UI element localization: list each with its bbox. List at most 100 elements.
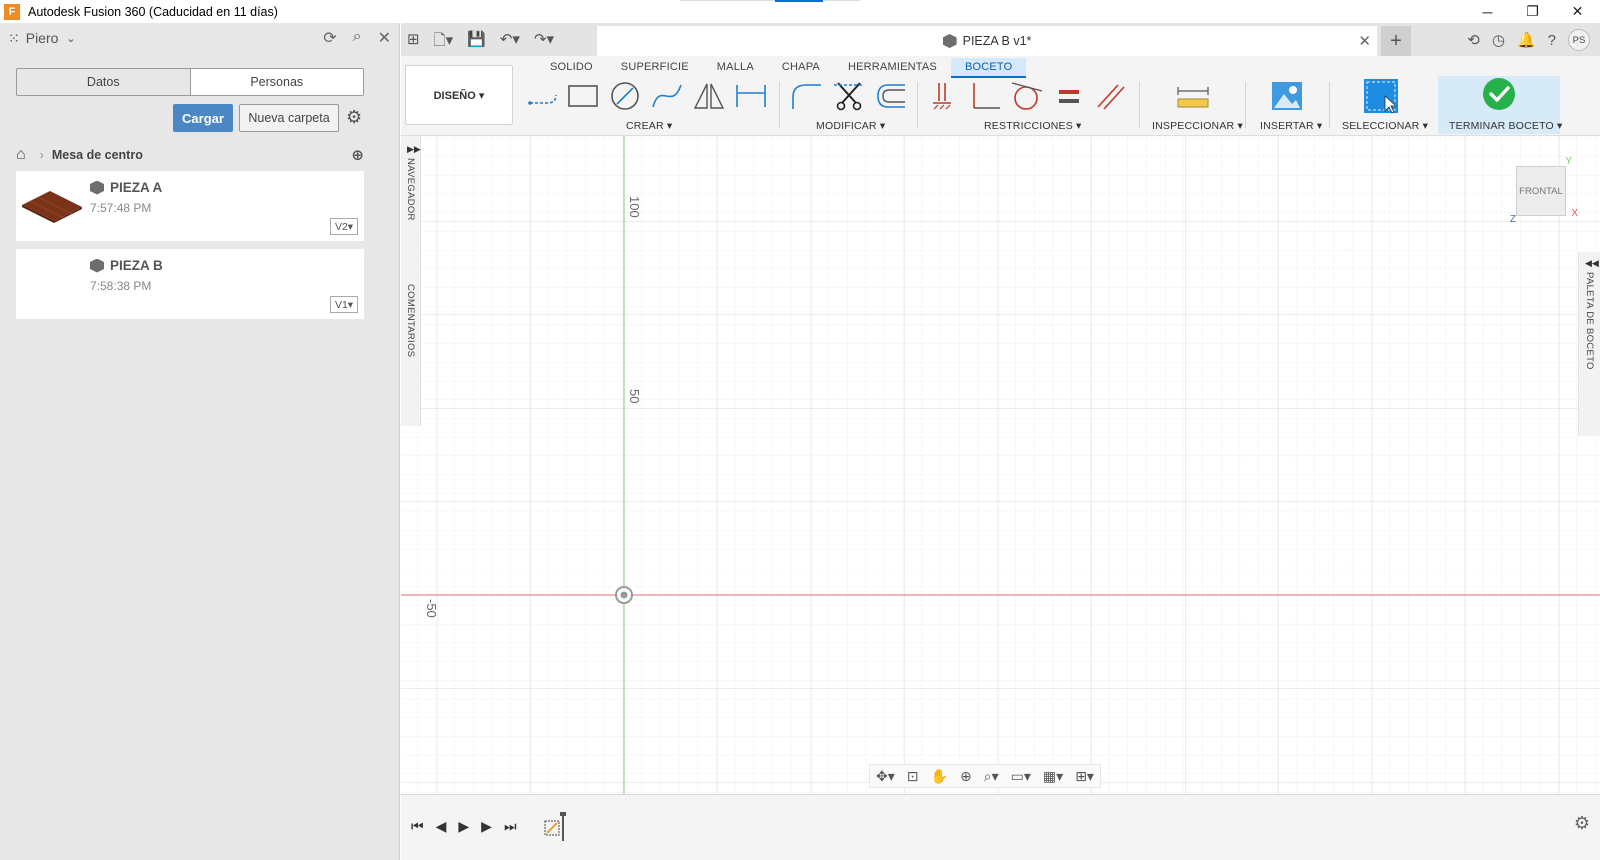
version-dropdown[interactable]: V2▾ [330,218,358,235]
file-menu-icon[interactable]: 🗋▾ [434,30,454,55]
design-icon [90,258,104,273]
parallel-constraint-tool[interactable] [1093,80,1129,112]
upload-button[interactable]: Cargar [173,104,233,132]
grid-settings-icon[interactable]: ▦▾ [1043,768,1063,785]
tab-superficie[interactable]: SUPERFICIE [607,58,703,78]
finish-sketch-menu[interactable]: TERMINAR BOCETO ▾ [1449,120,1563,132]
trim-tool[interactable] [831,80,867,112]
gear-icon[interactable]: ⚙ [346,107,362,128]
sketch-timeline-feature[interactable] [543,811,569,841]
step-back-icon[interactable]: ◀ [436,818,447,835]
undo-icon[interactable]: ↶▾ [500,30,520,55]
measure-tool[interactable] [1175,80,1211,112]
look-at-icon[interactable]: ⊡ [907,768,919,785]
tab-boceto[interactable]: BOCETO [950,58,1027,78]
display-settings-icon[interactable]: ▭▾ [1011,768,1031,785]
search-icon[interactable]: ⌕ [353,28,362,48]
perpendicular-icon [973,83,1000,109]
viewcube-z-label: Z [1509,214,1516,225]
zoom-window-icon[interactable]: ⌕▾ [984,768,999,785]
create-menu[interactable]: CREAR ▾ [626,120,672,132]
help-icon[interactable]: ? [1548,32,1556,49]
finish-sketch-button[interactable] [1481,78,1517,110]
sketch-palette-collapsed[interactable]: ◀◀ PALETA DE BOCETO [1578,252,1600,436]
refresh-icon[interactable]: ⟳ [323,28,336,48]
workspace-switcher[interactable]: DISEÑO ▾ [405,65,513,125]
select-tool[interactable] [1363,79,1399,114]
extensions-icon[interactable]: ⟲ [1467,31,1480,49]
line-tool[interactable] [525,80,561,112]
save-icon[interactable]: 💾 [467,30,486,55]
browser-panel-collapsed[interactable]: ▶▶ NAVEGADOR COMENTARIOS [401,136,421,426]
rectangle-tool[interactable] [565,80,601,112]
sketch-palette-label[interactable]: PALETA DE BOCETO [1584,272,1595,370]
new-folder-button[interactable]: Nueva carpeta [239,104,339,132]
insert-menu[interactable]: INSERTAR ▾ [1260,120,1322,132]
go-to-start-icon[interactable]: ⏮ [411,818,424,835]
spline-tool[interactable] [649,80,685,112]
breadcrumb: ⌂ › Mesa de centro ⊕ [16,145,364,165]
apps-grid-icon[interactable]: ⊞ [407,30,420,55]
viewports-icon[interactable]: ⊞▾ [1075,768,1094,785]
orbit-icon[interactable]: ✥▾ [876,768,895,785]
globe-icon[interactable]: ⊕ [351,146,364,164]
pan-icon[interactable]: ✋ [931,768,948,785]
select-menu[interactable]: SELECCIONAR ▾ [1342,120,1428,132]
tab-personas[interactable]: Personas [189,69,363,95]
tab-herramientas[interactable]: HERRAMIENTAS [834,58,951,78]
design-thumbnail [22,191,82,223]
modify-menu[interactable]: MODIFICAR ▾ [816,120,885,132]
step-forward-icon[interactable]: ▶ [481,818,492,835]
viewcube[interactable]: FRONTAL [1516,166,1566,216]
fix-constraint-tool[interactable] [925,80,961,112]
inspect-menu[interactable]: INSPECCIONAR ▾ [1152,120,1243,132]
constraints-menu[interactable]: RESTRICCIONES ▾ [984,120,1082,132]
team-hub-icon[interactable]: ⁙ [8,30,20,47]
timeline-settings-gear-icon[interactable]: ⚙ [1574,813,1590,834]
document-bar: ⊞ 🗋▾ 💾 ↶▾ ↷▾ PIEZA B v1* ✕ + ⟲ ◷ 🔔 ? PS [401,23,1600,56]
minimize-button[interactable]: ─ [1465,0,1510,23]
sketch-canvas[interactable]: 100 50 -50 ▶▶ NAVEGADOR COMENTARIOS ◀◀ P… [401,136,1600,794]
comments-label[interactable]: COMENTARIOS [405,284,416,357]
checkmark-icon [1483,78,1515,110]
list-item[interactable]: PIEZA B 7:58:38 PM V1▾ [16,249,364,319]
avatar[interactable]: PS [1568,29,1590,51]
design-icon [90,180,104,195]
play-icon[interactable]: ▶ [458,818,469,835]
tab-solido[interactable]: SOLIDO [536,58,607,78]
mirror-tool[interactable] [691,80,727,112]
insert-tool[interactable] [1269,80,1305,112]
dimension-tool[interactable] [733,80,769,112]
redo-icon[interactable]: ↷▾ [534,30,554,55]
tangent-constraint-tool[interactable] [1009,80,1045,112]
close-window-button[interactable]: ✕ [1555,0,1600,23]
document-tab-title: PIEZA B v1* [962,34,1032,48]
document-tab[interactable]: PIEZA B v1* ✕ [597,26,1377,56]
user-selector[interactable]: Piero [26,30,59,46]
close-panel-icon[interactable]: ✕ [378,28,391,48]
list-item[interactable]: PIEZA A 7:57:48 PM V2▾ [16,171,364,241]
notifications-icon[interactable]: 🔔 [1517,31,1536,49]
tab-datos[interactable]: Datos [17,69,190,95]
fillet-tool[interactable] [789,80,825,112]
job-status-icon[interactable]: ◷ [1492,31,1505,49]
expand-palette-icon[interactable]: ◀◀ [1585,258,1599,269]
home-icon[interactable]: ⌂ [16,146,26,164]
new-tab-button[interactable]: + [1381,26,1411,56]
version-dropdown[interactable]: V1▾ [330,296,358,313]
go-to-end-icon[interactable]: ⏭ [504,818,517,835]
chevron-down-icon[interactable]: ⌄ [66,32,75,45]
maximize-button[interactable]: ❐ [1510,0,1555,23]
tab-chapa[interactable]: CHAPA [768,58,834,78]
expand-icon[interactable]: ▶▶ [407,144,421,155]
offset-tool[interactable] [873,80,909,112]
fusion-app-icon: F [4,3,20,20]
browser-label[interactable]: NAVEGADOR [405,158,416,221]
tab-malla[interactable]: MALLA [703,58,768,78]
close-tab-icon[interactable]: ✕ [1358,32,1371,50]
circle-tool[interactable] [607,80,643,112]
zoom-icon[interactable]: ⊕ [960,768,972,785]
equal-constraint-tool[interactable] [1051,80,1087,112]
perpendicular-constraint-tool[interactable] [967,80,1003,112]
group-divider [1245,82,1246,128]
